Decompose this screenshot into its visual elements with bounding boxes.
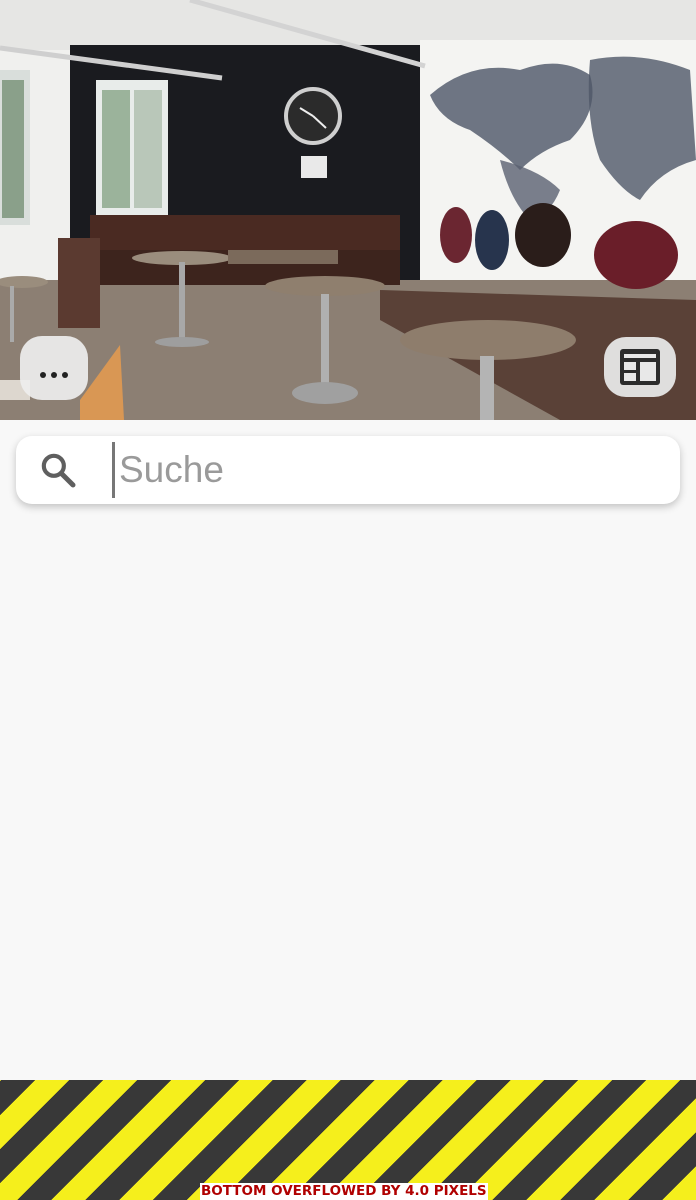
search-bar xyxy=(16,436,680,504)
search-icon[interactable] xyxy=(38,450,96,490)
header-photo xyxy=(0,0,696,420)
more-horizontal-icon xyxy=(40,372,68,378)
search-input[interactable] xyxy=(112,442,660,498)
feed-button[interactable] xyxy=(604,337,676,397)
overflow-warning-text: BOTTOM OVERFLOWED BY 4.0 PIXELS xyxy=(200,1183,488,1200)
more-options-button[interactable] xyxy=(20,336,88,400)
feed-icon xyxy=(620,349,660,385)
app-screen: BOTTOM OVERFLOWED BY 4.0 PIXELS xyxy=(0,0,696,1200)
overflow-warning-stripe xyxy=(0,1080,696,1200)
room-photo-illustration xyxy=(0,0,696,420)
